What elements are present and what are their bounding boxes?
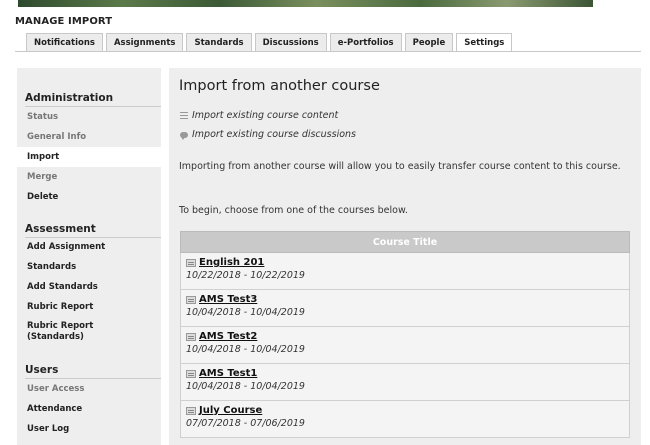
sidebar-item-attendance[interactable]: Attendance — [17, 399, 161, 419]
table-row: AMS Test3 10/04/2018 - 10/04/2019 — [180, 290, 630, 327]
tab-e-portfolios[interactable]: e-Portfolios — [329, 33, 402, 51]
table-row: English 201 10/22/2018 - 10/22/2019 — [180, 253, 630, 290]
sidebar-item-import[interactable]: Import — [17, 147, 161, 167]
sidebar-item-rubric-report-standards[interactable]: Rubric Report (Standards) — [17, 319, 161, 347]
course-link[interactable]: AMS Test1 — [186, 368, 629, 379]
course-link[interactable]: AMS Test3 — [186, 294, 629, 305]
course-icon — [186, 258, 196, 267]
course-dates: 10/04/2018 - 10/04/2019 — [186, 381, 305, 392]
import-discussions-label: Import existing course discussions — [192, 129, 357, 140]
tab-bar-divider — [15, 51, 641, 52]
course-title: AMS Test1 — [199, 368, 258, 379]
course-link[interactable]: July Course — [186, 405, 629, 416]
settings-sidebar: Administration Status General Info Impor… — [17, 68, 161, 445]
sidebar-heading-administration: Administration — [25, 92, 114, 104]
page-title: MANAGE IMPORT — [15, 16, 113, 27]
import-content-label: Import existing course content — [192, 110, 339, 121]
intro-text: Importing from another course will allow… — [179, 161, 621, 172]
banner-image — [18, 0, 593, 7]
sidebar-heading-assessment: Assessment — [25, 223, 96, 235]
tab-discussions[interactable]: Discussions — [254, 33, 327, 51]
sidebar-item-label: Rubric Report (Standards) — [27, 321, 94, 342]
tab-bar: Notifications Assignments Standards Disc… — [26, 33, 513, 52]
chat-bubble-icon — [180, 131, 188, 140]
table-row: AMS Test2 10/04/2018 - 10/04/2019 — [180, 327, 630, 364]
table-row: July Course 07/07/2018 - 07/06/2019 — [180, 401, 630, 438]
tab-standards[interactable]: Standards — [186, 33, 252, 51]
main-content: Import from another course Import existi… — [169, 68, 641, 445]
instruction-text: To begin, choose from one of the courses… — [179, 205, 408, 216]
course-table: Course Title English 201 10/22/2018 - 10… — [180, 231, 630, 438]
course-dates: 10/04/2018 - 10/04/2019 — [186, 344, 305, 355]
course-title: English 201 — [199, 257, 265, 268]
import-discussions-option[interactable]: Import existing course discussions — [180, 129, 356, 140]
course-link[interactable]: English 201 — [186, 257, 629, 268]
import-content-option[interactable]: Import existing course content — [180, 110, 338, 121]
sidebar-item-rubric-report[interactable]: Rubric Report — [17, 297, 161, 317]
course-icon — [186, 369, 196, 378]
content-title: Import from another course — [179, 78, 380, 94]
course-icon — [186, 332, 196, 341]
tab-people[interactable]: People — [404, 33, 454, 51]
course-title: AMS Test3 — [199, 294, 258, 305]
course-dates: 07/07/2018 - 07/06/2019 — [186, 418, 305, 429]
sidebar-item-standards[interactable]: Standards — [17, 257, 161, 277]
course-link[interactable]: AMS Test2 — [186, 331, 629, 342]
course-dates: 10/04/2018 - 10/04/2019 — [186, 307, 305, 318]
sidebar-item-add-assignment[interactable]: Add Assignment — [17, 237, 161, 257]
course-dates: 10/22/2018 - 10/22/2019 — [186, 270, 305, 281]
course-title: July Course — [199, 405, 263, 416]
sidebar-item-delete[interactable]: Delete — [17, 187, 161, 207]
sidebar-item-user-access[interactable]: User Access — [17, 379, 161, 399]
sidebar-item-status[interactable]: Status — [17, 107, 161, 127]
column-header-course-title: Course Title — [180, 231, 630, 253]
tab-assignments[interactable]: Assignments — [105, 33, 184, 51]
sidebar-heading-users: Users — [25, 364, 59, 376]
sidebar-item-merge[interactable]: Merge — [17, 167, 161, 187]
course-icon — [186, 406, 196, 415]
course-icon — [186, 295, 196, 304]
table-row: AMS Test1 10/04/2018 - 10/04/2019 — [180, 364, 630, 401]
sidebar-item-add-standards[interactable]: Add Standards — [17, 277, 161, 297]
header-banner — [0, 0, 650, 8]
tab-settings[interactable]: Settings — [456, 33, 513, 52]
sidebar-item-user-log[interactable]: User Log — [17, 419, 161, 439]
list-icon — [180, 112, 188, 119]
sidebar-item-general-info[interactable]: General Info — [17, 127, 161, 147]
course-title: AMS Test2 — [199, 331, 258, 342]
tab-notifications[interactable]: Notifications — [26, 33, 103, 51]
